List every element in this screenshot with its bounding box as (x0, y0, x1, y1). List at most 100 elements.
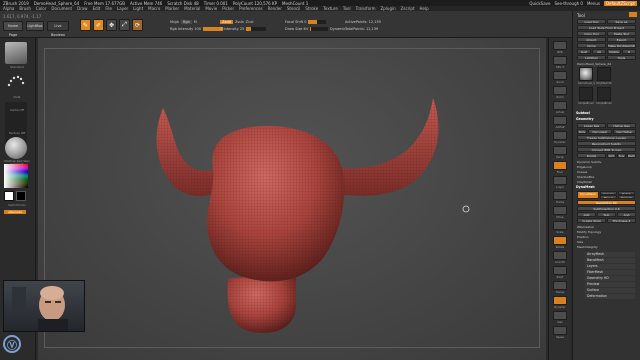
color-picker[interactable] (4, 164, 28, 188)
material-thumbnail[interactable] (5, 137, 27, 159)
tool-thumbnail-0[interactable] (579, 67, 593, 81)
lightbox-button[interactable]: LightBox (26, 21, 44, 31)
subpalette-fibermesh[interactable]: FiberMesh (585, 270, 635, 275)
tool-thumbnail-1[interactable] (597, 67, 611, 81)
shelf-button-spix-3[interactable] (553, 56, 567, 65)
dynamesh-option-2[interactable]: Blur 2 (600, 195, 617, 199)
section-zremesher[interactable]: ZRemesher (577, 225, 637, 229)
subpalette-preview[interactable]: Preview (585, 282, 635, 287)
shelf-button-scroll[interactable] (553, 71, 567, 80)
shelf-button-solo[interactable] (553, 311, 567, 320)
divide-button[interactable]: Divide (577, 153, 606, 158)
thickness-slider[interactable]: Thickness 4 (607, 218, 636, 223)
section-modify-topology[interactable]: Modify Topology (577, 230, 637, 234)
shelf-button-rotate[interactable] (553, 236, 567, 245)
tray-button-load-tools-from-project[interactable]: Load Tools From Project (577, 25, 636, 30)
switch-color-button[interactable]: SwitchColor (3, 203, 31, 207)
zsub-toggle[interactable]: Zsub (235, 20, 244, 24)
tray-button-import[interactable]: Import (577, 37, 606, 42)
see-through-slider[interactable]: See-through 0 (555, 1, 583, 6)
shelf-button-bpr[interactable] (553, 41, 567, 50)
section-crease[interactable]: Crease (577, 170, 637, 174)
geo-toggle-suv[interactable]: Suv (617, 153, 626, 158)
shelf-button-aahalf[interactable] (553, 116, 567, 125)
shelf-button-transp[interactable] (553, 281, 567, 290)
tool-thumbnail-3[interactable] (597, 87, 611, 101)
draw-mode-button[interactable]: ✐ (93, 19, 104, 31)
tray-button-goz[interactable]: GoZ (577, 49, 591, 54)
menus-button[interactable]: Menus (587, 1, 600, 6)
geo-item-7[interactable]: Convert BPR To Geo (577, 147, 636, 152)
subpalette-geometry-hd[interactable]: Geometry HD (585, 276, 635, 281)
brush-thumbnail[interactable] (5, 42, 27, 64)
shelf-button-zoom[interactable] (553, 86, 567, 95)
main-color-swatch[interactable] (4, 191, 14, 201)
geo-item-6[interactable]: Reconstruct Subdiv (577, 141, 636, 146)
home-page-button[interactable]: Home Page (3, 21, 23, 37)
tray-button-all[interactable]: All (592, 49, 606, 54)
alternate-button[interactable]: Alternate (4, 210, 26, 214)
shelf-button-polyf[interactable] (553, 266, 567, 275)
zadd-toggle[interactable]: Zadd (220, 20, 233, 24)
geo-item-5[interactable]: Freeze SubDivision Levels (577, 135, 636, 140)
tray-button-paste-tool[interactable]: Paste Tool (607, 31, 636, 36)
geo-toggle-smt[interactable]: Smt (607, 153, 616, 158)
zcut-toggle[interactable]: Zcut (246, 20, 254, 24)
move-mode-button[interactable]: ✥ (106, 19, 117, 31)
draw-size-slider[interactable]: Draw Size 64 Dynamic (285, 27, 345, 31)
shelf-button-move[interactable] (553, 206, 567, 215)
higher-res-button[interactable]: Higher Res (607, 123, 636, 128)
tray-button-load-tool[interactable]: Load Tool (577, 19, 606, 24)
m-toggle[interactable]: M (194, 20, 197, 24)
resolution-slider[interactable]: Resolution 64 (577, 200, 636, 205)
tray-button-export[interactable]: Export (607, 37, 636, 42)
default-zscript-button[interactable]: DefaultZScript (604, 0, 637, 6)
geo-toggle-reuv[interactable]: ReUV (627, 153, 636, 158)
shelf-button-dynamic[interactable] (553, 131, 567, 140)
tray-button-visible[interactable]: Visible (607, 49, 621, 54)
tray-button-save-as[interactable]: Save As (607, 19, 636, 24)
dynamesh-section[interactable]: DynaMesh (576, 185, 638, 190)
subpalette-arraymesh[interactable]: ArrayMesh (585, 252, 635, 257)
shelf-button-scale[interactable] (553, 221, 567, 230)
dynamesh-add-button[interactable]: Add (577, 212, 596, 217)
create-shell-button[interactable]: Create Shell (577, 218, 606, 223)
sdiv-slider[interactable]: SDiv (577, 129, 587, 134)
edit-mode-button[interactable]: ✎ (80, 19, 91, 31)
subpalette-surface[interactable]: Surface (585, 288, 635, 293)
subprojection-slider[interactable]: SubProjection 0.6 (577, 206, 636, 211)
rotate-mode-button[interactable]: ⟳ (132, 19, 143, 31)
tray-button-r[interactable]: R (622, 49, 636, 54)
section-meshintegrity[interactable]: MeshIntegrity (577, 245, 637, 249)
section-size[interactable]: Size (577, 240, 637, 244)
focal-shift-slider[interactable]: Focal Shift 0 (285, 20, 327, 24)
dynamesh-button[interactable]: DynaMesh (577, 191, 599, 199)
lower-res-button[interactable]: Lower Res (577, 123, 606, 128)
del-higher-button[interactable]: Del Higher (613, 129, 636, 134)
secondary-color-swatch[interactable] (16, 191, 26, 201)
mrgb-toggle[interactable]: Mrgb (170, 20, 179, 24)
rgb-toggle[interactable]: Rgb (180, 20, 192, 24)
tray-button-clone[interactable]: Clone (577, 43, 606, 48)
dynamesh-and-button[interactable]: And (617, 212, 636, 217)
dynamic-toggle[interactable]: Dynamic (330, 27, 345, 31)
subpalette-nanomesh[interactable]: NanoMesh (585, 258, 635, 263)
alpha-thumbnail[interactable] (5, 102, 27, 124)
shelf-button-floor[interactable] (553, 161, 567, 170)
shelf-button-frame[interactable] (553, 191, 567, 200)
shelf-button-l-sym[interactable] (553, 176, 567, 185)
dynamesh-sub-button[interactable]: Sub (597, 212, 616, 217)
quicksave-button[interactable]: QuickSave (529, 1, 550, 6)
tray-button-lightbox[interactable]: Lightbox (577, 55, 606, 60)
subtool-section[interactable]: Subtool (576, 111, 638, 116)
viewport[interactable] (38, 38, 546, 360)
tool-thumbnail-2[interactable] (579, 87, 593, 101)
subpalette-deformation[interactable]: Deformation (585, 294, 635, 299)
tray-button-make-polymesh3d[interactable]: Make PolyMesh3D (607, 43, 636, 48)
section-position[interactable]: Position (577, 235, 637, 239)
tray-button-copy-tool[interactable]: Copy Tool (577, 31, 606, 36)
stroke-thumbnail[interactable] (5, 72, 27, 94)
section-dynamic-subdiv[interactable]: Dynamic Subdiv (577, 160, 637, 164)
scale-mode-button[interactable]: ⤢ (119, 19, 130, 31)
sculpt-mesh[interactable] (38, 38, 546, 360)
